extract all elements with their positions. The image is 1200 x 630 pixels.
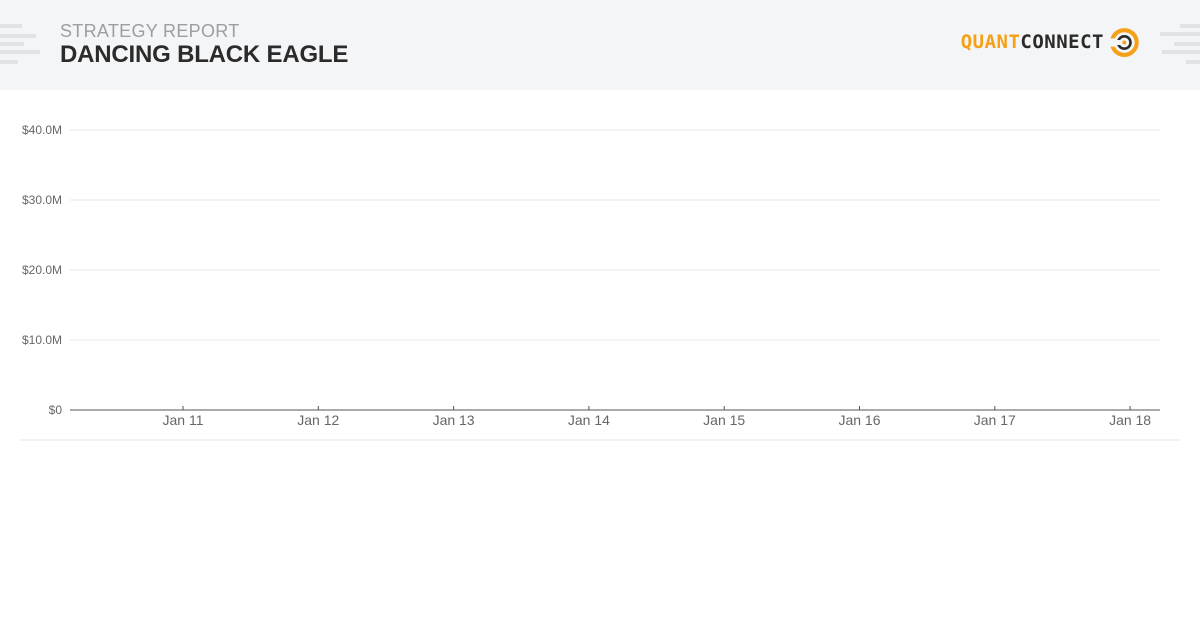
header-decoration-left bbox=[0, 0, 40, 90]
logo-text-connect: CONNECT bbox=[1020, 31, 1104, 53]
header-decoration-right bbox=[1160, 0, 1200, 90]
x-tick-label: Jan 14 bbox=[568, 412, 610, 428]
y-tick-label: $30.0M bbox=[22, 193, 62, 207]
x-tick-label: Jan 12 bbox=[297, 412, 339, 428]
x-tick-label: Jan 16 bbox=[838, 412, 880, 428]
y-tick-label: $10.0M bbox=[22, 333, 62, 347]
x-tick-label: Jan 13 bbox=[433, 412, 475, 428]
report-label: STRATEGY REPORT bbox=[60, 21, 240, 41]
x-tick-label: Jan 11 bbox=[163, 412, 204, 428]
equity-chart-svg: $0 $10.0M $20.0M $30.0M $40.0M Jan 11 Jan 12 Ja… bbox=[20, 123, 1180, 441]
y-tick-label: $40.0M bbox=[22, 123, 62, 137]
x-tick-label: Jan 15 bbox=[703, 412, 745, 428]
report-title: DANCING BLACK EAGLE bbox=[60, 41, 349, 68]
logo-text-quant: QUANT bbox=[960, 31, 1021, 53]
x-tick-label: Jan 18 bbox=[1109, 412, 1151, 428]
quantconnect-logo: QUANT CONNECT bbox=[961, 24, 1140, 60]
x-tick-label: Jan 17 bbox=[974, 412, 1016, 428]
y-tick-label: $20.0M bbox=[22, 263, 62, 277]
report-header: STRATEGY REPORT DANCING BLACK EAGLE QUAN… bbox=[0, 0, 1200, 90]
y-tick-label: $0 bbox=[49, 403, 63, 417]
equity-chart: $0 $10.0M $20.0M $30.0M $40.0M Jan 11 Jan 12 Ja… bbox=[0, 90, 1200, 450]
quantconnect-logo-icon bbox=[1108, 27, 1139, 57]
